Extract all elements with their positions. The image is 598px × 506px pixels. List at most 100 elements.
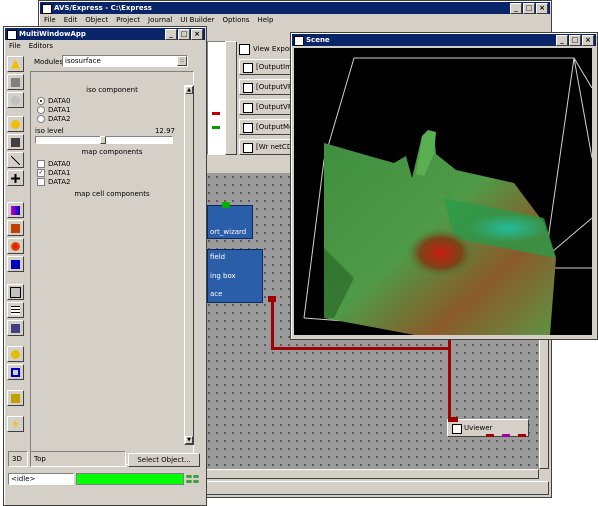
modules-field[interactable]: isosurface :: [62,55,188,67]
tool-light-button[interactable] [7,92,24,108]
modules-label: Modules [34,58,64,66]
scroll-down-button[interactable]: ▼ [185,436,193,444]
export-item[interactable]: [OutputImag [239,59,297,75]
minimize-button[interactable]: _ [510,3,522,14]
radio-button[interactable] [37,97,45,105]
module-icon [243,123,253,133]
view-name-field[interactable]: Top [30,451,126,467]
menu-project[interactable]: Project [116,15,140,26]
camera-icon [11,77,20,87]
frame-icon [11,367,20,377]
checkbox[interactable]: ✓ [37,169,45,177]
view-mode-field[interactable]: 3D [8,451,28,467]
menu-edit[interactable]: Edit [64,15,78,26]
tool-viewer-button[interactable] [7,320,24,336]
tool-probe-button[interactable] [7,56,24,72]
iso-level-label: iso level [35,127,64,135]
iso-option-data2[interactable]: DATA2 [37,115,71,124]
minimize-button[interactable]: _ [556,35,568,46]
tool-print-button[interactable] [7,284,24,300]
tool-texture-button[interactable] [7,220,24,236]
uviewer-port-red [518,434,526,437]
tool-shade-button[interactable] [7,238,24,254]
tool-frame-button[interactable] [7,364,24,380]
tool-colormap-button[interactable] [7,202,24,218]
export-item[interactable]: [OutputVPS [239,79,297,95]
tool-axis-button[interactable] [7,152,24,168]
menu-journal[interactable]: Journal [148,15,172,26]
library-scrollbar[interactable] [225,41,237,155]
library-marker-green [212,126,220,129]
tool-object-button[interactable] [7,256,24,272]
mwa-titlebar[interactable]: MultiWindowApp _ □ × [5,28,205,40]
iso-option-data1[interactable]: DATA1 [37,106,71,115]
radio-button[interactable] [37,115,45,123]
main-titlebar[interactable]: AVS/Express - C:\Express _ □ × [40,2,550,14]
module-wizard[interactable]: ort_wizard [207,202,253,239]
list-icon [11,305,20,315]
module-icon [243,83,253,93]
iso-level-value: 12.97 [154,127,175,135]
uviewer-label: Uviewer [464,424,493,432]
connection-line [448,339,451,419]
parameters-panel: iso component DATA0 DATA1 DATA2 iso leve… [30,71,194,465]
export-item[interactable]: [Wr netCDF [239,139,297,155]
lightning-icon [12,419,19,429]
scroll-up-button[interactable]: ▲ [185,86,193,94]
menu-object[interactable]: Object [85,15,108,26]
isosurface-render [303,57,592,335]
tool-transform-button[interactable] [7,116,24,132]
tool-flash-button[interactable] [7,416,24,432]
parameters-vscrollbar[interactable]: ▲ ▼ [184,85,194,445]
tool-camera-button[interactable] [7,74,24,90]
menu-file[interactable]: File [9,41,21,52]
map-option-data1[interactable]: ✓ DATA1 [37,169,71,178]
export-item[interactable]: [OutputMov [239,119,297,135]
tool-target-button[interactable] [7,346,24,362]
modules-dropdown-button[interactable]: :: [177,56,187,66]
shade-icon [11,241,20,251]
maximize-button[interactable]: □ [569,35,581,46]
tool-grid-button[interactable] [7,170,24,186]
close-button[interactable]: × [582,35,594,46]
iso-level-slider[interactable] [35,136,173,144]
main-statusbar [205,481,549,495]
menu-options[interactable]: Options [222,15,249,26]
viewer-icon [11,323,20,333]
module-field-group[interactable]: field ing box ace [207,249,263,303]
select-object-button[interactable]: Select Object... [128,453,200,467]
select-icon [11,137,20,147]
scene-window: Scene _ □ × [290,32,598,340]
scene-viewport[interactable] [294,48,592,335]
mwa-title: MultiWindowApp [19,30,86,38]
map-option-data0[interactable]: DATA0 [37,160,71,169]
checkbox[interactable] [37,178,45,186]
radio-button[interactable] [37,106,45,114]
scene-titlebar[interactable]: Scene _ □ × [292,34,596,46]
iso-option-data0[interactable]: DATA0 [37,97,71,106]
maximize-button[interactable]: □ [178,29,190,40]
close-button[interactable]: × [191,29,203,40]
close-button[interactable]: × [536,3,548,14]
uviewer-port-red [486,434,494,437]
export-item[interactable]: [OutputVRM [239,99,297,115]
menu-ui-builder[interactable]: UI Builder [180,15,214,26]
maximize-button[interactable]: □ [523,3,535,14]
app-icon [7,30,17,40]
menu-editors[interactable]: Editors [29,41,53,52]
checkbox[interactable] [37,160,45,168]
iso-level-slider-thumb[interactable] [100,136,106,144]
map-option-data2[interactable]: DATA2 [37,178,71,187]
network-hscrollbar[interactable] [205,469,539,479]
menu-file[interactable]: File [44,15,56,26]
texture-icon [11,223,20,233]
tool-select-button[interactable] [7,134,24,150]
scene-title: Scene [306,36,330,44]
menu-help[interactable]: Help [257,15,273,26]
tool-list-button[interactable] [7,302,24,318]
minimize-button[interactable]: _ [165,29,177,40]
module-uviewer[interactable]: Uviewer [447,417,529,437]
export-list: [OutputImag [OutputVPS [OutputVRM [Outpu… [239,57,297,157]
tool-lock-button[interactable] [7,390,24,406]
app-icon [294,36,304,46]
